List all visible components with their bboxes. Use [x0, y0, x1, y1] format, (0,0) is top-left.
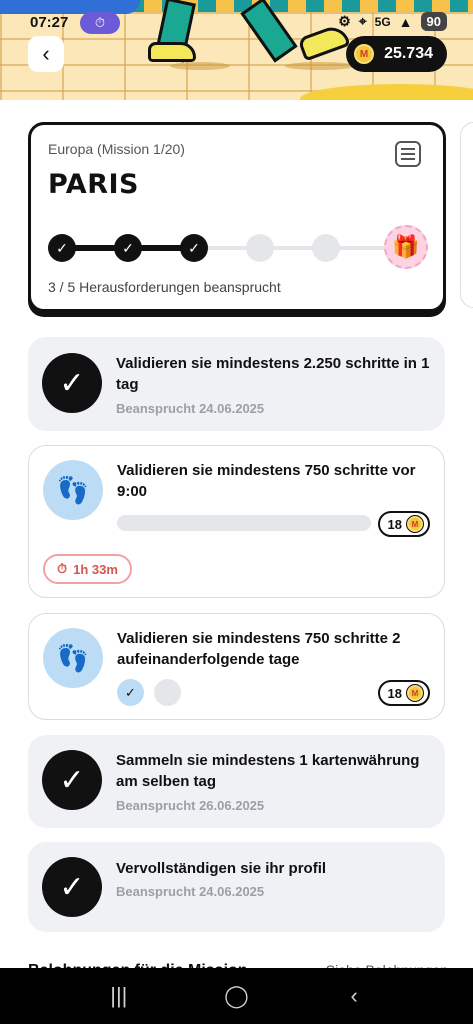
mission-city: PARIS	[48, 169, 139, 200]
task-card[interactable]: 👣 Validieren sie mindestens 750 schritte…	[28, 613, 445, 720]
day-done-check-icon: ✓	[117, 679, 144, 706]
day-progress: ✓	[117, 679, 181, 706]
coin-icon: M	[406, 684, 424, 702]
task-timer: ⏱ 1h 33m	[43, 554, 132, 584]
back-icon[interactable]: ‹	[334, 983, 374, 1009]
signal-icon: ▲	[398, 13, 413, 30]
task-title: Vervollständigen sie ihr profil	[116, 860, 327, 877]
task-progress-bar	[117, 515, 371, 531]
check-icon: ✓	[42, 750, 102, 810]
battery-indicator: 90	[420, 12, 447, 31]
footsteps-icon: 👣	[43, 460, 103, 520]
task-card[interactable]: ✓ Vervollständigen sie ihr profil Beansp…	[28, 842, 445, 932]
illustration-shadow	[285, 62, 355, 70]
task-reward: 18 M	[377, 511, 430, 537]
step-pending-node	[312, 234, 340, 262]
task-card[interactable]: ✓ Sammeln sie mindestens 1 kartenwährung…	[28, 735, 445, 828]
coin-icon: M	[352, 42, 377, 66]
reward-amount: 18	[387, 516, 402, 532]
mission-region: Europa (Mission 1/20)	[48, 141, 185, 157]
illustration-shoe	[148, 42, 196, 62]
list-icon[interactable]	[395, 141, 421, 167]
status-bar: 07:27 ⏱ ⚙ ⌖ 5G ▲ 90	[0, 12, 473, 36]
settings-icon: ⚙	[338, 13, 351, 29]
footsteps-icon: 👣	[43, 628, 103, 688]
task-status: Beansprucht 24.06.2025	[116, 884, 265, 899]
step-done-check-icon: ✓	[114, 234, 142, 262]
status-time: 07:27	[30, 14, 69, 31]
reward-amount: 18	[387, 685, 402, 701]
task-title: Validieren sie mindestens 750 schritte 2…	[117, 630, 401, 668]
location-icon: ⌖	[358, 13, 367, 29]
back-button[interactable]: ‹	[28, 36, 64, 72]
task-reward: 18 M	[377, 680, 430, 706]
coin-balance-value: 25.734	[384, 45, 433, 62]
network-label: 5G	[374, 14, 391, 29]
timer-icon: ⏱	[57, 561, 68, 576]
system-nav-bar: ||| ◯ ‹	[0, 968, 473, 1024]
home-icon[interactable]: ◯	[216, 983, 256, 1009]
step-pending-node	[246, 234, 274, 262]
check-icon: ✓	[42, 857, 102, 917]
step-done-check-icon: ✓	[48, 234, 76, 262]
mission-progress: ✓ ✓ ✓ 🎁	[48, 225, 428, 269]
illustration-shadow	[170, 62, 230, 70]
task-status: Beansprucht 24.06.2025	[116, 401, 265, 416]
task-title: Sammeln sie mindestens 1 kartenwährung a…	[116, 752, 420, 790]
recent-apps-icon[interactable]: |||	[99, 983, 139, 1009]
task-card[interactable]: 👣 Validieren sie mindestens 750 schritte…	[28, 445, 445, 598]
timer-value: 1h 33m	[73, 561, 118, 577]
coin-icon: M	[406, 515, 424, 533]
day-pending-dot	[154, 679, 181, 706]
chevron-left-icon: ‹	[42, 41, 50, 66]
gift-icon[interactable]: 🎁	[384, 225, 428, 269]
task-status: Beansprucht 26.06.2025	[116, 798, 265, 813]
mission-card[interactable]: Europa (Mission 1/20) PARIS ✓ ✓ ✓ 🎁 3 / 5 …	[28, 122, 446, 312]
next-mission-card[interactable]	[460, 122, 473, 308]
step-done-check-icon: ✓	[180, 234, 208, 262]
mission-progress-text: 3 / 5 Herausforderungen beansprucht	[48, 279, 281, 295]
task-title: Validieren sie mindestens 750 schritte v…	[117, 462, 416, 500]
stopwatch-icon: ⏱	[80, 12, 120, 34]
task-title: Validieren sie mindestens 2.250 schritte…	[116, 355, 430, 393]
check-icon: ✓	[42, 353, 102, 413]
coin-balance[interactable]: M 25.734	[346, 36, 447, 72]
status-right: ⚙ ⌖ 5G ▲ 90	[338, 12, 447, 31]
task-card[interactable]: ✓ Validieren sie mindestens 2.250 schrit…	[28, 337, 445, 431]
